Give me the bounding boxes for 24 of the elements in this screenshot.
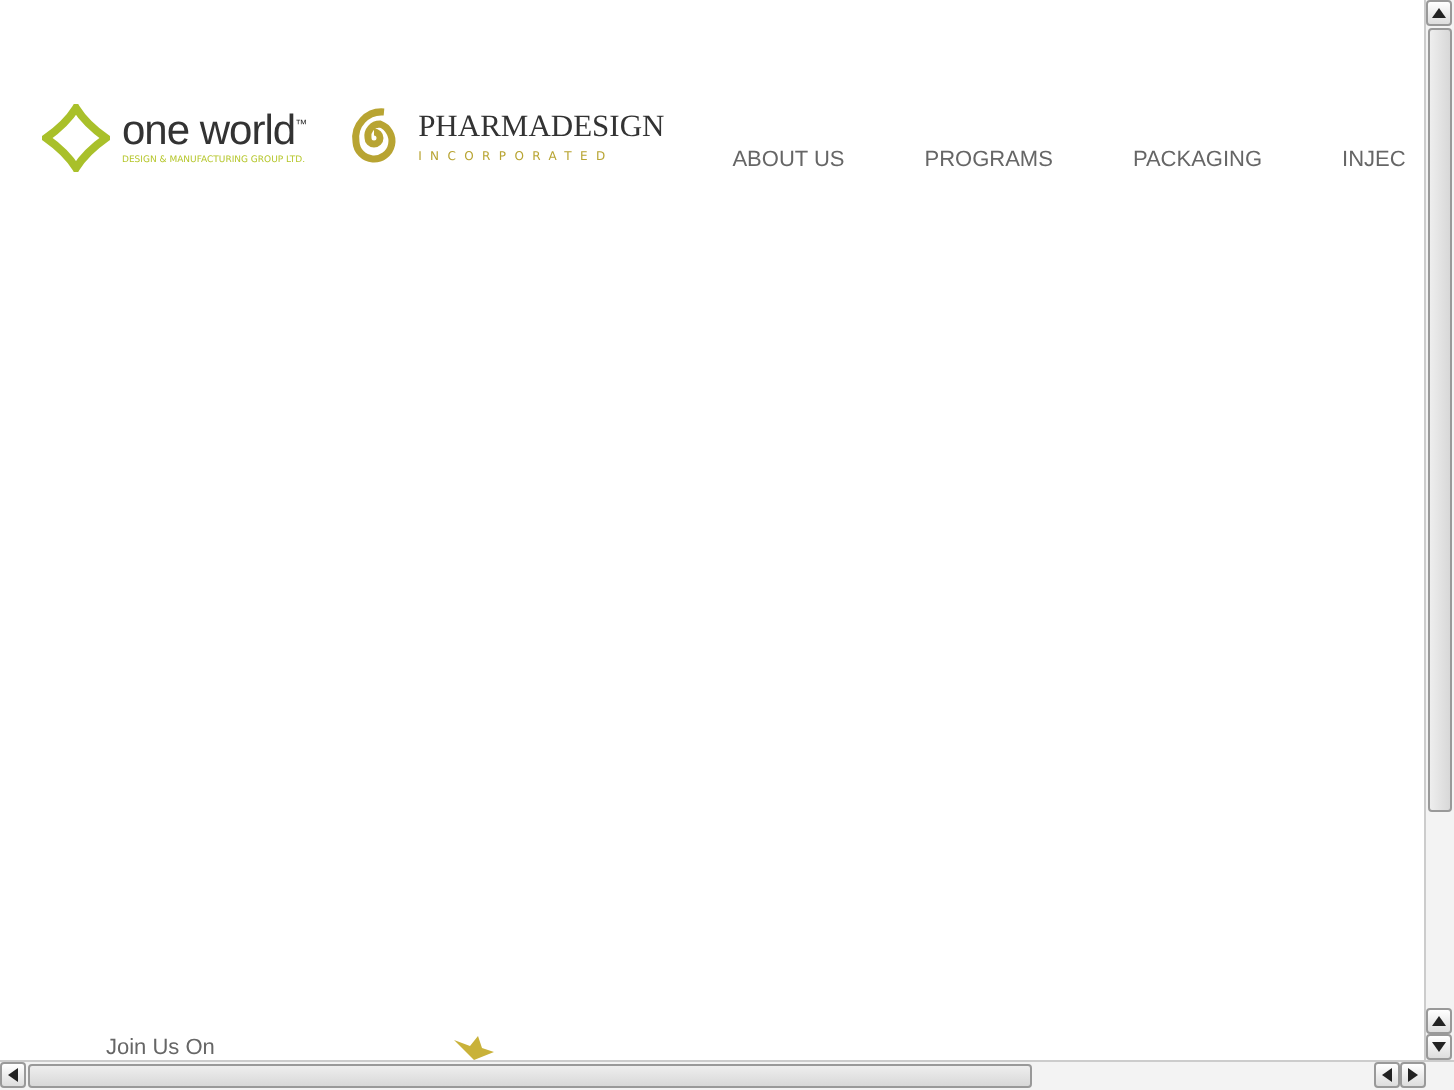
scroll-up-button[interactable] bbox=[1426, 0, 1452, 26]
left-arrow-icon bbox=[8, 1068, 18, 1082]
pharmadesign-wordmark: PHARMADESIGN bbox=[418, 112, 665, 144]
scroll-left-button[interactable] bbox=[1374, 1062, 1400, 1088]
scrollbar-thumb[interactable] bbox=[28, 1064, 1032, 1088]
nav-link[interactable]: PROGRAMS bbox=[924, 148, 1053, 172]
vertical-scrollbar[interactable] bbox=[1424, 0, 1454, 1060]
join-us-label: Join Us On bbox=[106, 1036, 215, 1060]
up-arrow-icon bbox=[1432, 1016, 1446, 1026]
scroll-right-button[interactable] bbox=[1400, 1062, 1426, 1088]
scrollbar-thumb[interactable] bbox=[1428, 28, 1452, 812]
scroll-down-button[interactable] bbox=[1426, 1034, 1452, 1060]
down-arrow-icon bbox=[1432, 1042, 1446, 1052]
nav-link[interactable]: INJEC bbox=[1342, 148, 1406, 172]
nav-link[interactable]: ABOUT US bbox=[732, 148, 845, 172]
up-arrow-icon bbox=[1432, 8, 1446, 18]
right-arrow-icon bbox=[1408, 1068, 1418, 1082]
left-arrow-icon bbox=[1382, 1068, 1392, 1082]
scroll-left-button[interactable] bbox=[0, 1062, 26, 1088]
nav-link[interactable]: PACKAGING bbox=[1132, 148, 1263, 172]
diamond-logo-icon bbox=[42, 104, 110, 172]
horizontal-scrollbar[interactable] bbox=[0, 1060, 1454, 1090]
one-world-wordmark: one world$^{™}$ bbox=[122, 110, 307, 152]
scroll-up-button[interactable] bbox=[1426, 1008, 1452, 1034]
